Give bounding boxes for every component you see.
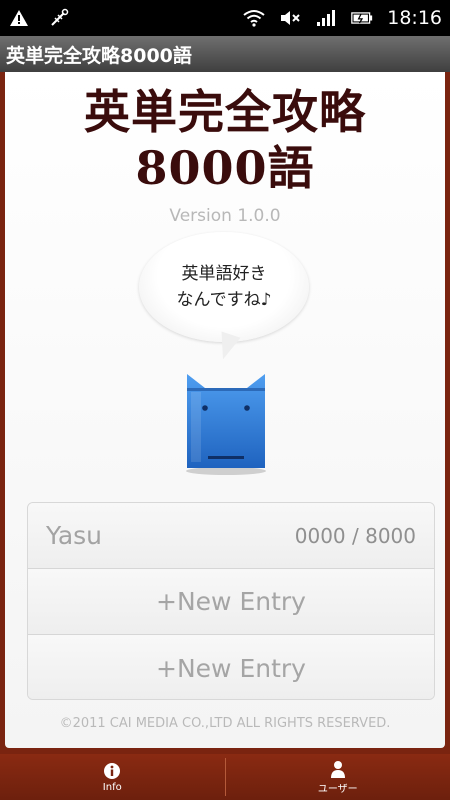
user-button[interactable]: ユーザー bbox=[226, 754, 450, 800]
user-name: Yasu bbox=[46, 521, 103, 550]
warning-icon bbox=[8, 7, 30, 29]
bottom-action-bar: Info ユーザー bbox=[0, 754, 450, 800]
speech-bubble: 英単語好き なんですね♪ bbox=[139, 232, 309, 342]
bubble-line1: 英単語好き bbox=[181, 264, 267, 284]
user-list: Yasu 0000 / 8000 +New Entry +New Entry bbox=[27, 502, 435, 700]
wifi-icon bbox=[243, 7, 265, 29]
main-panel: 英単完全攻略 8000語 Version 1.0.0 英単語好き なんですね♪ … bbox=[5, 72, 445, 748]
user-label: ユーザー bbox=[317, 783, 358, 795]
status-bar: 18:16 bbox=[0, 0, 450, 36]
signal-icon bbox=[315, 7, 337, 29]
user-progress: 0000 / 8000 bbox=[294, 523, 416, 548]
new-entry-button[interactable]: +New Entry bbox=[28, 569, 434, 635]
new-entry-button[interactable]: +New Entry bbox=[28, 635, 434, 699]
user-row[interactable]: Yasu 0000 / 8000 bbox=[28, 503, 434, 569]
usb-debug-icon bbox=[48, 7, 70, 29]
user-icon bbox=[330, 760, 345, 778]
app-title-line2: 8000語 bbox=[135, 141, 315, 195]
mute-icon bbox=[279, 7, 301, 29]
version-label: Version 1.0.0 bbox=[169, 206, 281, 226]
info-icon bbox=[104, 762, 121, 779]
copyright-text: ©2011 CAI MEDIA CO.,LTD ALL RIGHTS RESER… bbox=[59, 716, 391, 731]
info-label: Info bbox=[102, 781, 122, 793]
app-logo-title: 英単完全攻略 8000語 bbox=[5, 84, 445, 196]
app-title-bar: 英単完全攻略8000語 bbox=[0, 36, 450, 72]
app-title-line1: 英単完全攻略 bbox=[84, 85, 366, 139]
clock: 18:16 bbox=[387, 7, 442, 29]
blue-cat-mascot bbox=[186, 374, 266, 475]
battery-icon bbox=[351, 7, 373, 29]
bubble-line2: なんですね♪ bbox=[176, 290, 272, 310]
info-button[interactable]: Info bbox=[0, 754, 225, 800]
